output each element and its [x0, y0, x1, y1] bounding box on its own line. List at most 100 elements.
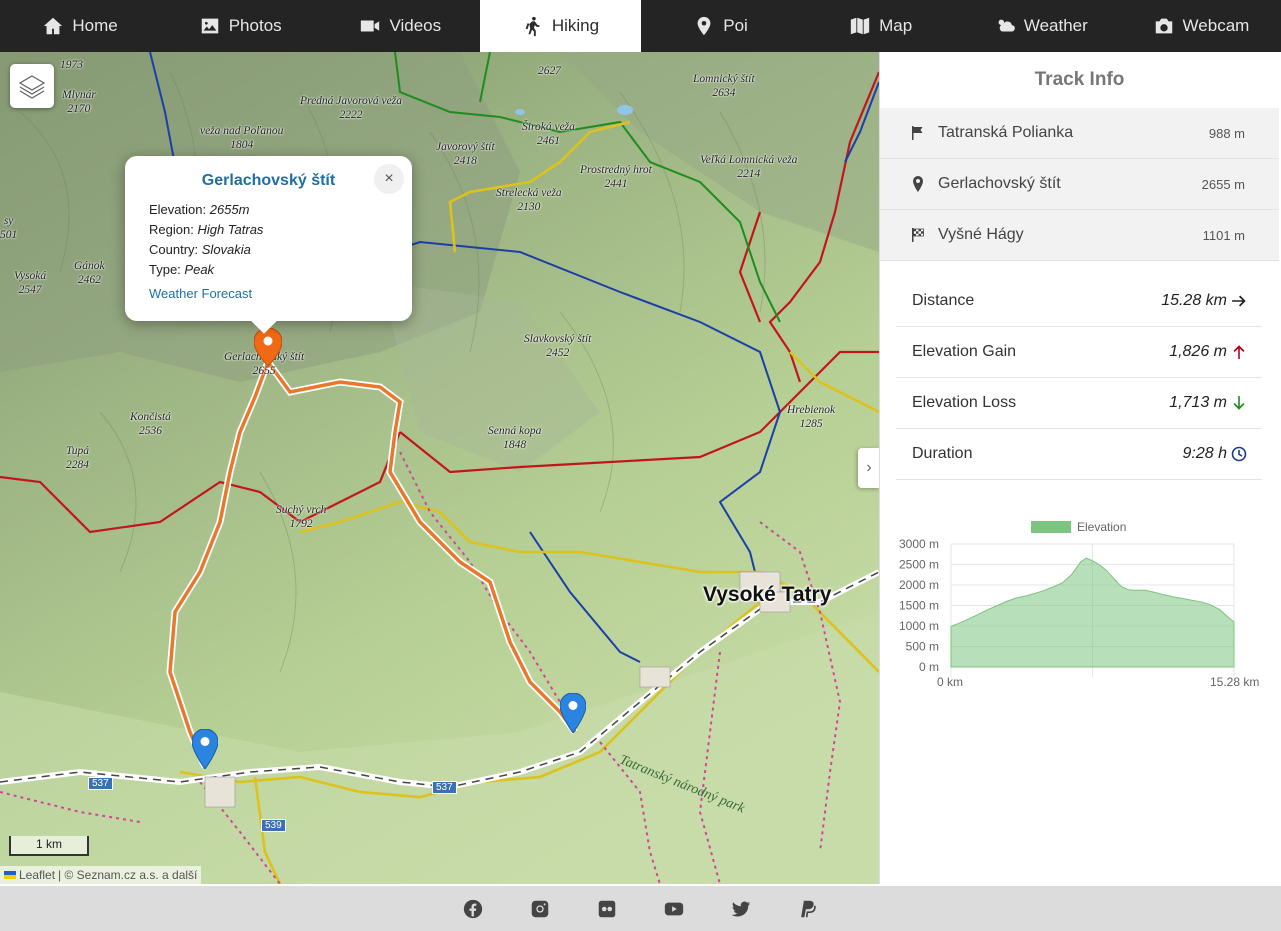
nav-label: Home: [72, 16, 118, 35]
waypoint-name: Gerlachovský štít: [938, 175, 1061, 192]
nav-hiking[interactable]: Hiking: [480, 0, 641, 52]
flickr-icon: [598, 900, 616, 917]
youtube-link[interactable]: [663, 898, 685, 920]
nav-label: Weather: [1023, 16, 1088, 35]
facebook-link[interactable]: [462, 898, 484, 920]
popup-row: Type: Peak: [149, 262, 215, 277]
track-info-panel: Track Info Tatranská Polianka 988 m Gerl…: [879, 52, 1279, 884]
end-marker[interactable]: [560, 693, 586, 733]
arrow-up-icon: [1233, 345, 1245, 359]
stat-value: 1,826 m: [1169, 343, 1227, 360]
nav-webcam[interactable]: Webcam: [1121, 0, 1281, 52]
peak-popup: Gerlachovský štít Elevation: 2655m Regio…: [125, 156, 412, 334]
map-attribution: Leaflet | © Seznam.cz a.s. a další: [0, 866, 202, 884]
nav-photos[interactable]: Photos: [160, 0, 320, 52]
waypoint-name: Vyšné Hágy: [938, 226, 1024, 243]
instagram-link[interactable]: [529, 898, 551, 920]
nav-home[interactable]: Home: [0, 0, 160, 52]
stat-duration: Duration 9:28 h: [896, 429, 1262, 480]
home-icon: [44, 17, 63, 35]
peak-label: 2627: [538, 65, 561, 77]
nav-poi[interactable]: Poi: [641, 0, 801, 52]
elevation-area: [950, 557, 1235, 668]
ukraine-flag-icon: [4, 871, 16, 879]
leaflet-link[interactable]: Leaflet: [19, 868, 55, 882]
stat-value: 15.28 km: [1161, 292, 1227, 309]
chevron-right-icon: ›: [866, 459, 872, 476]
camera-icon: [1155, 18, 1172, 34]
waypoint-start[interactable]: Tatranská Polianka 988 m: [880, 108, 1279, 159]
road-badge: 539: [261, 819, 286, 832]
y-tick-label: 500 m: [906, 640, 939, 654]
peak-label: Gánok 2462: [74, 260, 105, 286]
y-tick-label: 3000 m: [899, 537, 939, 551]
peak-label: Strelecká veža 2130: [496, 187, 562, 213]
stat-label: Elevation Gain: [912, 343, 1017, 360]
flag-icon: [912, 126, 923, 140]
map-view[interactable]: 1973 Mlynár 2170 Predná Javorová veža 2222…: [0, 52, 879, 884]
peak-label: Tupá 2284: [66, 445, 90, 471]
peak-label: Končistá 2536: [130, 411, 171, 437]
waypoint-summit[interactable]: Gerlachovský štít 2655 m: [880, 159, 1279, 210]
attribution-text: | © Seznam.cz a.s. a další: [58, 868, 198, 882]
weather-forecast-link[interactable]: Weather Forecast: [149, 286, 388, 301]
stat-label: Duration: [912, 445, 973, 462]
map-pin-icon: [697, 16, 711, 36]
popup-row: Elevation: 2655m: [149, 202, 250, 217]
summit-marker[interactable]: [254, 328, 282, 366]
x-axis-max-label: 15.28 km: [1210, 675, 1259, 689]
layers-button[interactable]: [10, 64, 54, 108]
nav-weather[interactable]: Weather: [961, 0, 1121, 52]
x-axis-min-label: 0 km: [937, 675, 963, 689]
y-tick-label: 2000 m: [899, 578, 939, 592]
waypoint-name: Tatranská Polianka: [938, 124, 1074, 141]
start-marker[interactable]: [192, 729, 218, 769]
facebook-icon: [463, 899, 483, 918]
waypoint-list: Tatranská Polianka 988 m Gerlachovský št…: [880, 108, 1279, 261]
panel-title: Track Info: [1034, 69, 1125, 90]
youtube-icon: [664, 902, 684, 915]
peak-label: Javorový štít 2418: [436, 141, 495, 167]
popup-close-button[interactable]: ×: [374, 164, 404, 194]
scale-bar: 1 km: [9, 836, 89, 856]
road-badge: 537: [432, 781, 457, 794]
nav-videos[interactable]: Videos: [320, 0, 480, 52]
chart-y-axis: 0 m 500 m 1000 m 1500 m 2000 m 2500 m 3000 m: [899, 537, 939, 674]
y-tick-label: 1000 m: [899, 619, 939, 633]
peak-label: sy 501: [0, 215, 18, 241]
waypoint-elevation: 1101 m: [1202, 227, 1245, 243]
stat-distance: Distance 15.28 km: [896, 276, 1262, 327]
peak-label: Predná Javorová veža 2222: [300, 95, 402, 121]
peak-label: Veľká Lomnická veža 2214: [700, 154, 798, 180]
weather-icon: [995, 16, 1015, 36]
peak-label: veža nad Poľanou 1804: [200, 125, 284, 151]
nav-map[interactable]: Map: [801, 0, 961, 52]
arrow-down-icon: [1233, 396, 1245, 410]
nav-label: Poi: [723, 16, 748, 35]
popup-title: Gerlachovský štít: [201, 172, 336, 189]
peak-label: Lomnický štít 2634: [693, 73, 755, 99]
peak-label: Hrebienok 1285: [787, 404, 836, 430]
twitter-link[interactable]: [730, 898, 752, 920]
top-navigation: Home Photos Videos Hiking Poi Map Weathe…: [0, 0, 1281, 52]
flickr-link[interactable]: [596, 898, 618, 920]
video-icon: [361, 20, 380, 32]
collapse-panel-button[interactable]: ›: [858, 448, 879, 488]
town-label: Vysoké Tatry: [703, 583, 832, 606]
stat-label: Distance: [912, 292, 975, 309]
paypal-link[interactable]: [797, 898, 819, 920]
arrow-right-icon: [1232, 295, 1246, 307]
waypoint-end[interactable]: Vyšné Hágy 1101 m: [880, 210, 1279, 261]
hiking-icon: [525, 16, 540, 37]
road-badge: 537: [88, 777, 113, 790]
nav-label: Photos: [228, 16, 282, 35]
waypoint-elevation: 2655 m: [1201, 176, 1245, 192]
peak-label: Suchý vrch 1792: [276, 504, 327, 530]
footer: [0, 886, 1281, 931]
stat-label: Elevation Loss: [912, 394, 1017, 411]
stat-value: 1,713 m: [1169, 394, 1227, 411]
map-pin-icon: [913, 176, 923, 192]
stat-value: 9:28 h: [1182, 445, 1227, 462]
popup-row: Region: High Tatras: [149, 222, 264, 237]
nav-label: Hiking: [551, 16, 600, 35]
